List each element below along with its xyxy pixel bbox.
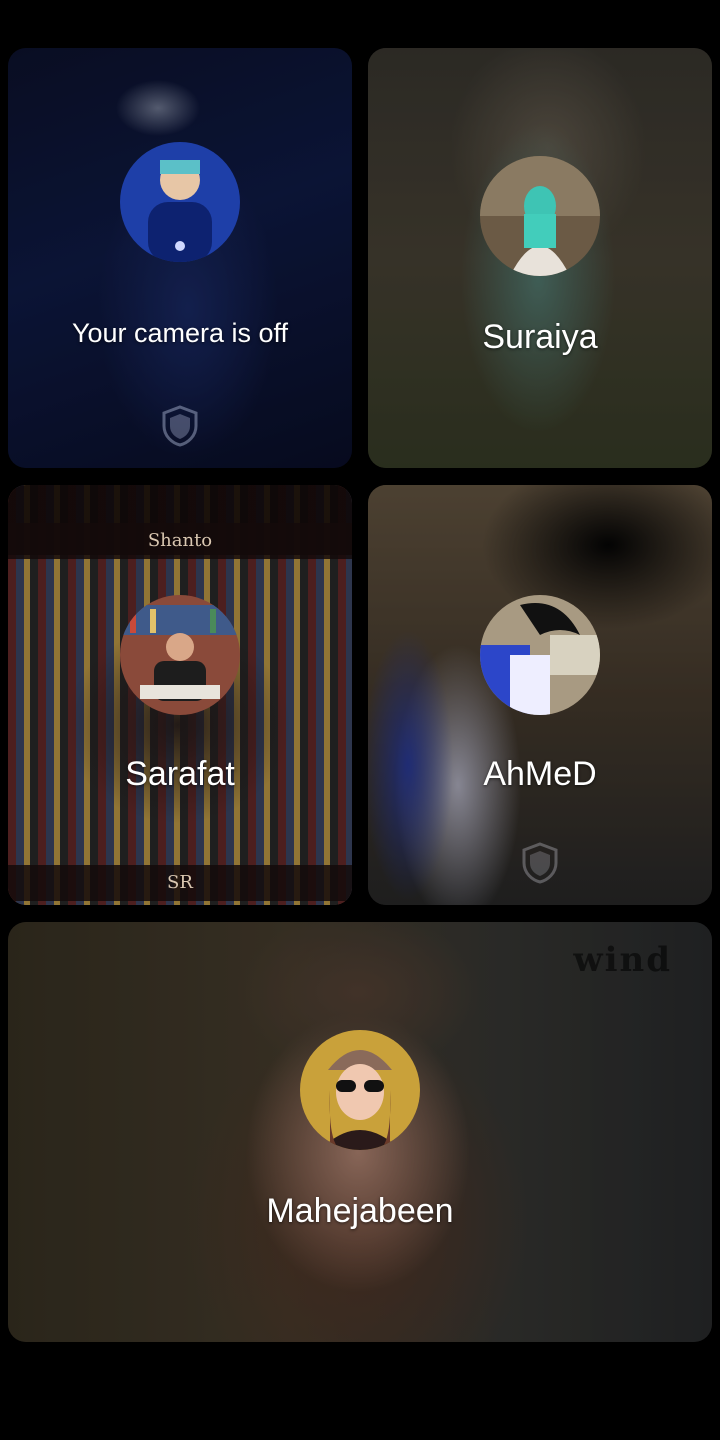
- participant-name: AhMeD: [483, 755, 597, 793]
- camera-off-label: Your camera is off: [71, 318, 289, 348]
- participant-tile-mahejabeen[interactable]: wind Mahejabeen: [8, 922, 712, 1342]
- shield-icon: [522, 842, 558, 884]
- self-avatar: [120, 142, 240, 262]
- video-call-grid: Your camera is off Suraiya Shanto SR Sar…: [0, 0, 720, 1440]
- participant-name: Sarafat: [125, 755, 235, 793]
- ahmed-avatar: [480, 595, 600, 715]
- self-video-tile[interactable]: Your camera is off: [8, 48, 352, 468]
- sarafat-avatar: [120, 595, 240, 715]
- shield-icon: [162, 405, 198, 447]
- participant-name: Mahejabeen: [266, 1192, 454, 1230]
- suraiya-avatar: [480, 156, 600, 276]
- participant-name: Suraiya: [482, 318, 598, 356]
- participant-tile-suraiya[interactable]: Suraiya: [368, 48, 712, 468]
- banner-top-text: Shanto: [8, 523, 352, 559]
- banner-bottom-text: SR: [8, 865, 352, 901]
- participant-tile-ahmed[interactable]: AhMeD: [368, 485, 712, 905]
- participant-tile-sarafat[interactable]: Shanto SR Sarafat: [8, 485, 352, 905]
- mahejabeen-avatar: [300, 1030, 420, 1150]
- watermark-text: wind: [573, 940, 672, 980]
